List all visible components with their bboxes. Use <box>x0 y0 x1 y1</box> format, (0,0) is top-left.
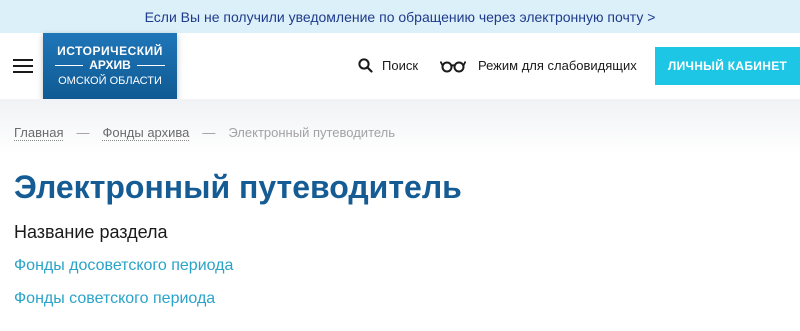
logo-line-3: ОМСКОЙ ОБЛАСТИ <box>58 75 162 87</box>
glasses-icon <box>440 60 466 72</box>
logo-line-2: АРХИВ <box>89 58 131 72</box>
breadcrumb: Главная — Фонды архива — Электронный путевод… <box>14 125 396 141</box>
breadcrumb-current: Электронный путеводитель <box>228 125 396 140</box>
breadcrumb-archive-funds[interactable]: Фонды архива <box>102 125 190 141</box>
site-header: ИСТОРИЧЕСКИЙ АРХИВ ОМСКОЙ ОБЛАСТИ Поиск … <box>0 33 800 99</box>
low-vision-mode-button[interactable]: Режим для слабовидящих <box>440 58 637 73</box>
search-button[interactable]: Поиск <box>358 58 418 73</box>
breadcrumb-separator: — <box>76 125 90 140</box>
personal-account-button[interactable]: ЛИЧНЫЙ КАБИНЕТ <box>655 47 800 85</box>
notification-link[interactable]: Если Вы не получили уведомление по обращ… <box>145 9 656 25</box>
search-icon <box>358 58 373 73</box>
breadcrumb-separator: — <box>202 125 216 140</box>
archive-logo[interactable]: ИСТОРИЧЕСКИЙ АРХИВ ОМСКОЙ ОБЛАСТИ <box>43 33 177 99</box>
logo-line-1: ИСТОРИЧЕСКИЙ <box>57 44 163 58</box>
page-title: Электронный путеводитель <box>14 169 462 205</box>
low-vision-label: Режим для слабовидящих <box>478 58 637 73</box>
link-pre-soviet-funds[interactable]: Фонды досоветского периода <box>14 257 233 275</box>
search-label: Поиск <box>382 58 419 73</box>
link-soviet-funds[interactable]: Фонды советского периода <box>14 290 215 308</box>
main-content: Главная — Фонды архива — Электронный путевод… <box>0 99 800 331</box>
menu-icon[interactable] <box>13 57 33 75</box>
section-title: Название раздела <box>14 222 168 242</box>
breadcrumb-home[interactable]: Главная <box>14 125 64 141</box>
notification-banner: Если Вы не получили уведомление по обращ… <box>0 0 800 33</box>
